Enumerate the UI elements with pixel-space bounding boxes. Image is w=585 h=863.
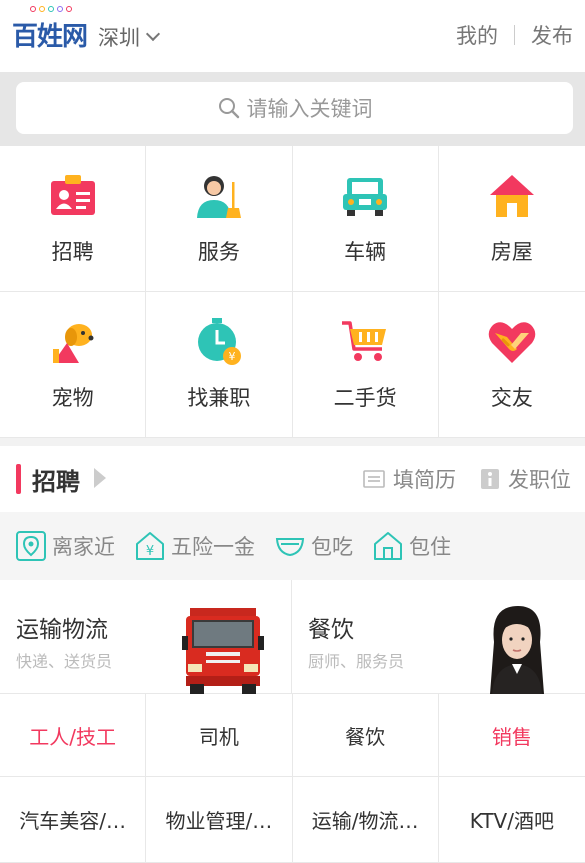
category-label: 找兼职 — [187, 386, 251, 410]
job-item-auto-beauty[interactable]: 汽车美容/… — [0, 777, 147, 863]
car-icon — [339, 170, 391, 222]
category-service[interactable]: 服务 — [146, 146, 293, 292]
fill-resume-button[interactable]: 填简历 — [363, 464, 456, 494]
location-pin-icon — [16, 531, 46, 561]
tag-meals[interactable]: 包吃 — [275, 531, 353, 561]
divider — [514, 25, 515, 45]
my-link[interactable]: 我的 — [456, 20, 498, 50]
featured-categories: 运输物流 快递、送货员 餐饮 厨师、服务员 — [0, 580, 585, 694]
tag-insurance[interactable]: ¥ 五险一金 — [135, 531, 255, 561]
section-marker — [16, 464, 21, 494]
category-label: 二手货 — [333, 386, 397, 410]
feature-title: 运输物流 — [16, 617, 108, 643]
job-item-catering[interactable]: 餐饮 — [292, 694, 439, 777]
job-item-driver[interactable]: 司机 — [146, 694, 293, 777]
category-label: 车辆 — [344, 240, 387, 264]
resume-icon — [363, 470, 385, 488]
category-house[interactable]: 房屋 — [438, 146, 585, 292]
fill-resume-label: 填简历 — [393, 468, 456, 492]
tag-label: 离家近 — [52, 535, 115, 559]
category-label: 招聘 — [51, 240, 94, 264]
category-label: 交友 — [490, 386, 533, 410]
svg-text:¥: ¥ — [146, 544, 154, 559]
truck-image — [182, 608, 264, 694]
chevron-right-icon[interactable] — [94, 468, 106, 488]
id-card-icon — [47, 170, 99, 222]
job-item-ktv[interactable]: KTV/酒吧 — [438, 777, 585, 863]
publish-link[interactable]: 发布 — [531, 20, 573, 50]
recruit-title[interactable]: 招聘 — [32, 462, 80, 497]
feature-card-catering[interactable]: 餐饮 厨师、服务员 — [292, 580, 585, 694]
home-icon — [374, 532, 402, 560]
category-recruit[interactable]: 招聘 — [0, 146, 147, 292]
recruit-section-header: 招聘 填简历 发职位 — [0, 446, 585, 512]
brand-logo[interactable]: 百姓网 — [12, 6, 88, 52]
category-parttime[interactable]: ¥ 找兼职 — [146, 292, 293, 438]
logo-text: 百姓网 — [12, 22, 88, 52]
category-secondhand[interactable]: 二手货 — [292, 292, 439, 438]
category-label: 房屋 — [490, 240, 533, 264]
cart-icon — [339, 316, 391, 368]
logo-dots — [30, 6, 72, 12]
tag-label: 五险一金 — [171, 535, 255, 559]
city-label: 深圳 — [98, 26, 140, 50]
tag-housing[interactable]: 包住 — [373, 531, 451, 561]
benefit-tags: 离家近 ¥ 五险一金 包吃 包住 — [0, 512, 585, 580]
tag-label: 包吃 — [311, 535, 353, 559]
house-icon — [486, 170, 538, 222]
category-dating[interactable]: 交友 — [438, 292, 585, 438]
category-label: 服务 — [197, 240, 240, 264]
bowl-icon — [275, 538, 305, 557]
yen-house-icon: ¥ — [136, 532, 164, 560]
category-label: 宠物 — [51, 386, 94, 410]
post-job-label: 发职位 — [508, 468, 571, 492]
tag-label: 包住 — [409, 535, 451, 559]
job-item-sales[interactable]: 销售 — [438, 694, 585, 777]
info-card-icon — [481, 469, 499, 489]
post-job-button[interactable]: 发职位 — [480, 464, 571, 494]
job-item-property[interactable]: 物业管理/… — [146, 777, 293, 863]
category-pet[interactable]: 宠物 — [0, 292, 147, 438]
job-item-worker[interactable]: 工人/技工 — [0, 694, 147, 777]
feature-subtitle: 厨师、服务员 — [308, 652, 405, 671]
waitress-photo — [490, 606, 544, 694]
job-item-transport[interactable]: 运输/物流… — [292, 777, 439, 863]
search-placeholder: 请输入关键词 — [246, 97, 373, 121]
feature-subtitle: 快递、送货员 — [16, 652, 113, 671]
job-category-grid: 工人/技工 司机 餐饮 销售 汽车美容/… 物业管理/… 运输/物流… KTV/… — [0, 694, 585, 863]
chevron-down-icon — [145, 26, 161, 42]
clock-coin-icon: ¥ — [193, 316, 245, 368]
feature-card-logistics[interactable]: 运输物流 快递、送货员 — [0, 580, 292, 694]
search-input[interactable]: 请输入关键词 — [16, 82, 573, 134]
cleaner-icon — [193, 170, 245, 222]
heart-handshake-icon — [486, 316, 538, 368]
tag-near-home[interactable]: 离家近 — [16, 531, 115, 561]
feature-title: 餐饮 — [308, 617, 354, 643]
category-vehicle[interactable]: 车辆 — [292, 146, 439, 292]
svg-text:¥: ¥ — [228, 350, 235, 363]
category-grid: 招聘 服务 车辆 房屋 宠物 ¥ 找兼职 二手货 交友 — [0, 146, 585, 438]
top-header: 百姓网 深圳 我的 发布 — [0, 0, 585, 72]
search-bar-area: 请输入关键词 — [0, 72, 585, 146]
search-icon — [218, 98, 239, 119]
city-selector[interactable]: 深圳 — [98, 22, 161, 52]
dog-icon — [47, 316, 99, 368]
